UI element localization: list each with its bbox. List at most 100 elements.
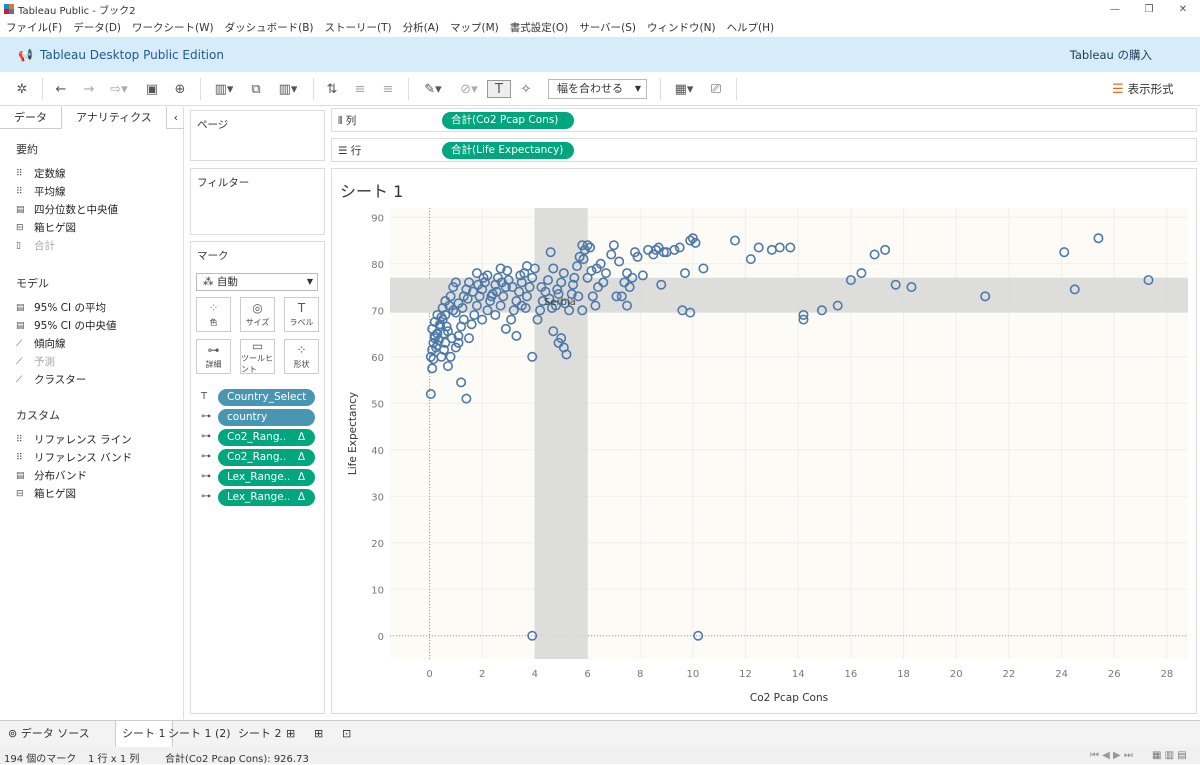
menu-file[interactable]: ファイル(F) xyxy=(6,20,62,35)
side-tabs: データ アナリティクス ‹ xyxy=(0,107,184,129)
pin-icon[interactable]: ✧ xyxy=(516,80,536,98)
new-worksheet-icon[interactable]: ▥▾ xyxy=(208,80,240,98)
swap-icon[interactable]: ⇅ xyxy=(322,80,342,98)
y-tick-label: 50 xyxy=(371,399,384,410)
delta-icon: Δ xyxy=(297,431,305,443)
detail-button[interactable]: ⊶ 詳細 xyxy=(196,339,231,374)
maximize-icon[interactable]: ❐ xyxy=(1132,0,1166,18)
lex-range-pill-2[interactable]: Lex_Range.. Δ xyxy=(218,489,315,506)
menu-server[interactable]: サーバー(S) xyxy=(579,20,636,35)
menu-format[interactable]: 書式設定(O) xyxy=(510,20,568,35)
forecast-icon: ⟋ xyxy=(16,356,23,367)
boxplot-item[interactable]: ⊟ 箱ヒゲ図 xyxy=(16,220,76,235)
sort-desc-icon[interactable]: ≡ xyxy=(378,80,398,98)
tab-analytics[interactable]: アナリティクス xyxy=(61,107,167,129)
rows-shelf[interactable]: ☰ 行 合計(Life Expectancy) xyxy=(331,138,1197,162)
menu-analysis[interactable]: 分析(A) xyxy=(403,20,439,35)
tab-sheet-1-2[interactable]: シート 1 (2) xyxy=(162,721,237,747)
save-icon[interactable]: ▣ xyxy=(142,80,162,98)
pages-card[interactable]: ページ xyxy=(190,110,325,161)
clear-sheet-icon[interactable]: ▥▾ xyxy=(272,80,304,98)
presentation-icon[interactable]: ⎚ xyxy=(706,80,726,98)
quartile-item[interactable]: ▤ 四分位数と中央値 xyxy=(16,202,118,217)
tab-datasource[interactable]: ⊚ データ ソース xyxy=(2,721,96,747)
new-dashboard-tab-icon[interactable]: ⊞ xyxy=(308,721,329,747)
grid-view-icon[interactable]: ▦ ▥ ▤ xyxy=(1152,750,1187,761)
tab-data[interactable]: データ xyxy=(0,107,61,129)
co2-range-pill-1[interactable]: Co2_Rang.. Δ xyxy=(218,429,315,446)
mark-type-dropdown[interactable]: ⁂ 自動 ▼ xyxy=(196,273,318,291)
undo-icon[interactable]: ← xyxy=(50,80,72,98)
first-page-icon[interactable]: ⏮ ◀ ▶ ⏭ xyxy=(1090,750,1133,761)
lex-range-pill-1[interactable]: Lex_Range.. Δ xyxy=(218,469,315,486)
show-labels-icon[interactable]: T xyxy=(487,80,511,98)
x-tick-label: 0 xyxy=(426,669,432,680)
menu-worksheet[interactable]: ワークシート(W) xyxy=(132,20,214,35)
co2-range-label-2: Co2_Rang.. xyxy=(227,451,287,463)
size-button[interactable]: ◎ サイズ xyxy=(240,297,275,332)
country-pill[interactable]: country xyxy=(218,409,315,426)
minimize-icon[interactable]: — xyxy=(1098,0,1132,18)
x-axis-title: Co2 Pcap Cons xyxy=(750,692,828,704)
menu-data[interactable]: データ(D) xyxy=(73,20,121,35)
new-worksheet-tab-icon[interactable]: ⊞ xyxy=(280,721,301,747)
fit-dropdown[interactable]: 幅を合わせる ▼ xyxy=(548,79,647,99)
x-tick-label: 16 xyxy=(845,669,858,680)
rows-pill[interactable]: 合計(Life Expectancy) xyxy=(442,142,574,159)
shape-button[interactable]: ⁘ 形状 xyxy=(284,339,319,374)
label-icon: T xyxy=(297,301,306,315)
new-story-tab-icon[interactable]: ⊡ xyxy=(336,721,357,747)
show-me-button[interactable]: ☰ 表示形式 xyxy=(1112,81,1174,97)
menu-window[interactable]: ウィンドウ(N) xyxy=(647,20,716,35)
text-icon: T xyxy=(201,391,208,402)
distribution-band-item[interactable]: ▤ 分布バンド xyxy=(16,468,87,483)
buy-link[interactable]: Tableau の購入 xyxy=(1070,47,1152,63)
close-icon[interactable]: ✕ xyxy=(1166,0,1200,18)
highlight-icon[interactable]: ✎▾ xyxy=(418,80,448,98)
duplicate-sheet-icon[interactable]: ⧉ xyxy=(246,80,266,98)
menu-story[interactable]: ストーリー(T) xyxy=(325,20,392,35)
x-tick-label: 24 xyxy=(1055,669,1068,680)
columns-pill[interactable]: 合計(Co2 Pcap Cons) xyxy=(442,112,574,129)
replay-icon[interactable]: ⇨▾ xyxy=(104,80,134,98)
constant-line-item[interactable]: ⠿ 定数線 xyxy=(16,166,66,181)
co2-range-label-1: Co2_Rang.. xyxy=(227,431,287,443)
ci-median-item[interactable]: ▤ 95% CI の中央値 xyxy=(16,318,116,333)
totals-item[interactable]: ▯ 合計 xyxy=(16,238,55,253)
filters-card[interactable]: フィルター xyxy=(190,168,325,235)
custom-boxplot-item[interactable]: ⊟ 箱ヒゲ図 xyxy=(16,486,76,501)
scatter-chart[interactable]: 0 2 4 6 8 10 12 14 16 18 20 22 24 26 28010203040506070… xyxy=(331,194,1197,714)
group-icon[interactable]: ⊘▾ xyxy=(454,80,484,98)
average-line-item[interactable]: ⠿ 平均線 xyxy=(16,184,66,199)
menu-map[interactable]: マップ(M) xyxy=(450,20,499,35)
reference-line-item[interactable]: ⠿ リファレンス ライン xyxy=(16,432,132,447)
label-button[interactable]: T ラベル xyxy=(284,297,319,332)
forecast-item[interactable]: ⟋ 予測 xyxy=(16,354,55,369)
model-heading: モデル xyxy=(16,277,49,290)
collapse-icon[interactable]: ‹ xyxy=(174,111,178,124)
co2-range-pill-2[interactable]: Co2_Rang.. Δ xyxy=(218,449,315,466)
cluster-item[interactable]: ⟋ クラスター xyxy=(16,372,86,387)
sum-readout: 合計(Co2 Pcap Cons): 926.73 xyxy=(165,754,309,765)
cards-icon[interactable]: ▦▾ xyxy=(668,80,700,98)
tableau-home-icon[interactable]: ✲ xyxy=(12,80,32,98)
window-title: Tableau Public - ブック2 xyxy=(18,5,136,17)
trend-line-item[interactable]: ⟋ 傾向線 xyxy=(16,336,66,351)
ci-mean-item[interactable]: ▤ 95% CI の平均 xyxy=(16,300,106,315)
y-tick-label: 30 xyxy=(371,492,384,503)
menu-help[interactable]: ヘルプ(H) xyxy=(727,20,775,35)
tooltip-label: ツールヒント xyxy=(241,353,273,374)
redo-icon[interactable]: → xyxy=(78,80,100,98)
menu-dashboard[interactable]: ダッシュボード(B) xyxy=(225,20,314,35)
sort-asc-icon[interactable]: ≡ xyxy=(350,80,370,98)
distribution-band-label: 分布バンド xyxy=(34,470,88,482)
trend-icon: ⟋ xyxy=(16,338,23,349)
color-button[interactable]: ⁘ 色 xyxy=(196,297,231,332)
status-bar: 194 個のマーク 1 行 x 1 列 合計(Co2 Pcap Cons): 9… xyxy=(0,747,1200,765)
tooltip-button[interactable]: ▭ ツールヒント xyxy=(240,339,275,374)
new-datasource-icon[interactable]: ⊕ xyxy=(170,80,190,98)
reference-band-item[interactable]: ⠿ リファレンス バンド xyxy=(16,450,132,465)
y-tick-label: 20 xyxy=(371,539,384,550)
columns-shelf[interactable]: ⫴ 列 合計(Co2 Pcap Cons) xyxy=(331,108,1197,132)
country-select-pill[interactable]: Country_Select xyxy=(218,389,315,406)
